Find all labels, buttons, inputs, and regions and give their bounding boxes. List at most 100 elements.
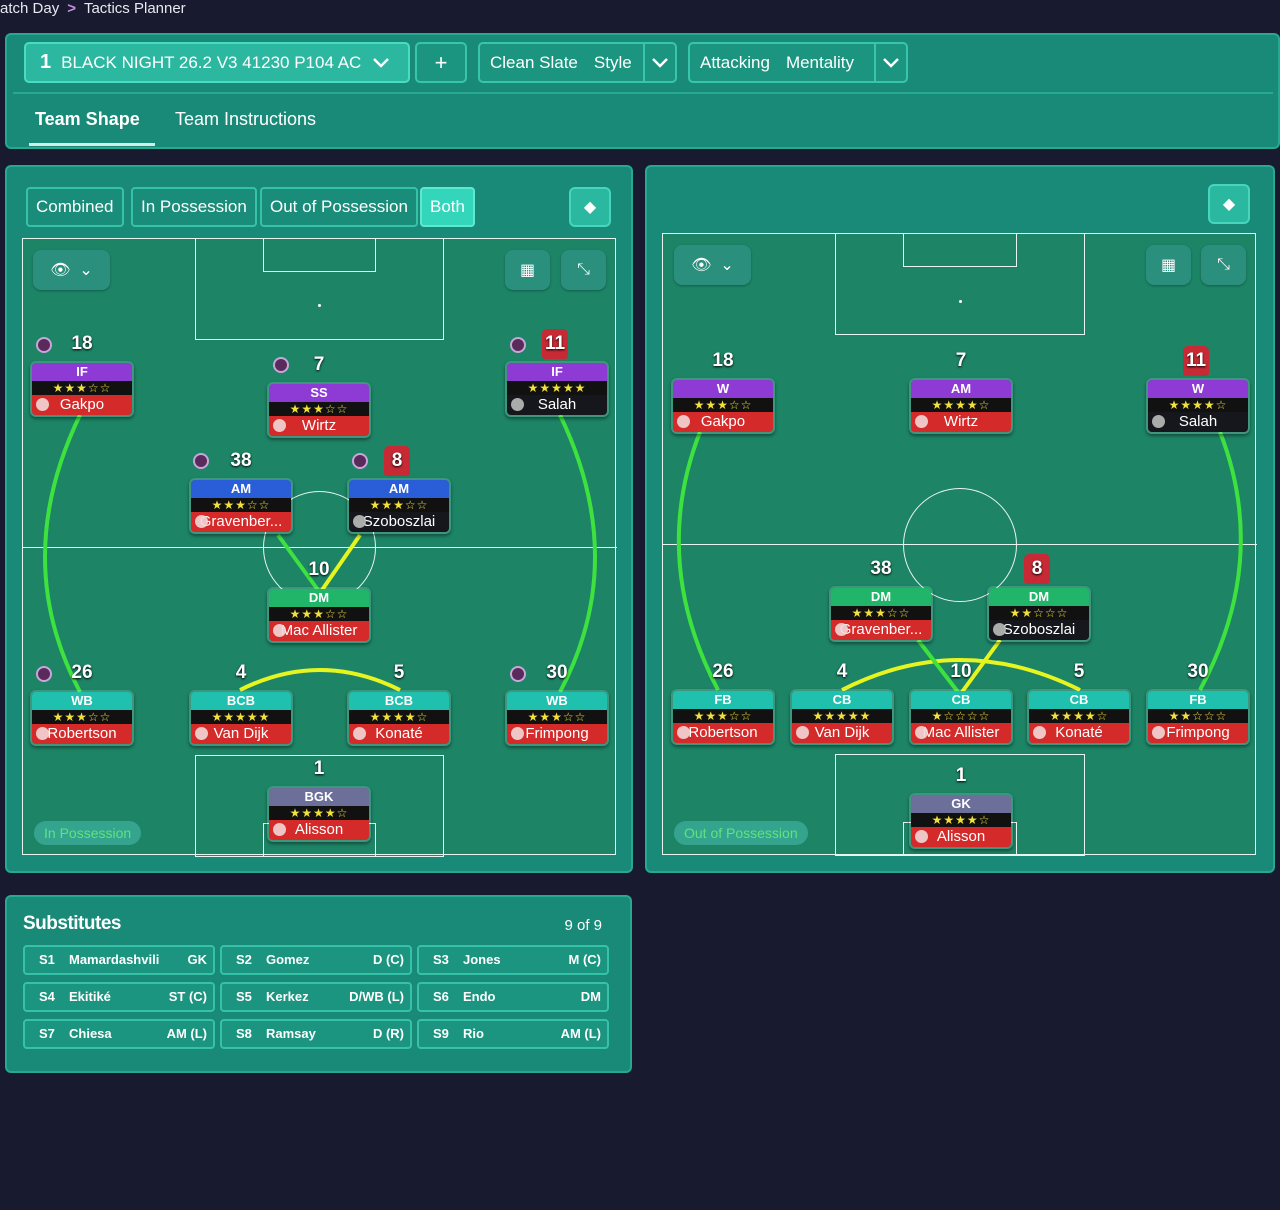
player-card-left-robertson[interactable]: WB ★★★☆☆ Robertson	[30, 690, 134, 746]
player-role: CB	[792, 691, 892, 709]
player-role: FB	[1148, 691, 1248, 709]
sub-position: AM (L)	[560, 1026, 601, 1041]
player-role: AM	[191, 480, 291, 498]
status-badge-icon	[36, 666, 52, 682]
player-card-right-mac-allister[interactable]: CB ★☆☆☆☆ Mac Allister	[909, 689, 1013, 745]
shirt-number: 38	[230, 450, 252, 471]
player-card-right-alisson[interactable]: GK ★★★★☆ Alisson	[909, 793, 1013, 849]
shirt-number: 7	[313, 354, 325, 375]
player-card-right-robertson[interactable]: FB ★★★☆☆ Robertson	[671, 689, 775, 745]
sub-id: S6	[433, 989, 449, 1004]
player-card-left-alisson[interactable]: BGK ★★★★☆ Alisson	[267, 786, 371, 842]
substitutes-count: 9 of 9	[564, 917, 602, 934]
player-card-right-konat[interactable]: CB ★★★★☆ Konaté	[1027, 689, 1131, 745]
player-card-left-salah[interactable]: IF ★★★★★ Salah	[505, 361, 609, 417]
person-icon	[353, 727, 366, 740]
player-rating-stars: ★★★★☆	[349, 710, 449, 724]
sub-position: DM	[580, 989, 601, 1004]
player-name: Robertson	[688, 724, 758, 741]
player-name-row: Robertson	[32, 724, 132, 744]
player-name: Mac Allister	[280, 622, 358, 639]
player-card-right-wirtz[interactable]: AM ★★★★☆ Wirtz	[909, 378, 1013, 434]
player-name-row: Gravenber...	[191, 512, 291, 532]
player-name-row: Szoboszlai	[349, 512, 449, 532]
person-icon	[195, 515, 208, 528]
player-name: Konaté	[1055, 724, 1103, 741]
player-name: Wirtz	[301, 417, 337, 434]
player-name: Szoboszlai	[362, 513, 436, 530]
player-rating-stars: ★★★★☆	[911, 813, 1011, 827]
player-rating-stars: ★★★☆☆	[507, 710, 607, 724]
player-role: IF	[507, 363, 607, 381]
player-role: FB	[673, 691, 773, 709]
substitute-item[interactable]: S9 Rio AM (L)	[417, 1019, 609, 1049]
player-card-left-van-dijk[interactable]: BCB ★★★★★ Van Dijk	[189, 690, 293, 746]
player-card-right-szoboszlai[interactable]: DM ★★☆☆☆ Szoboszlai	[987, 586, 1091, 642]
sub-id: S9	[433, 1026, 449, 1041]
player-role: WB	[507, 692, 607, 710]
substitute-item[interactable]: S6 Endo DM	[417, 982, 609, 1012]
substitute-item[interactable]: S5 Kerkez D/WB (L)	[220, 982, 412, 1012]
player-name: Konaté	[375, 725, 423, 742]
person-icon	[353, 515, 366, 528]
player-role: AM	[349, 480, 449, 498]
sub-position: M (C)	[568, 952, 602, 967]
player-card-right-gravenber[interactable]: DM ★★★☆☆ Gravenber...	[829, 586, 933, 642]
player-name-row: Van Dijk	[792, 723, 892, 743]
player-name: Mac Allister	[922, 724, 1000, 741]
player-card-left-frimpong[interactable]: WB ★★★☆☆ Frimpong	[505, 690, 609, 746]
player-name: Van Dijk	[213, 725, 269, 742]
shirt-number: 8	[1024, 554, 1050, 584]
player-card-left-gravenber[interactable]: AM ★★★☆☆ Gravenber...	[189, 478, 293, 534]
player-card-right-frimpong[interactable]: FB ★★☆☆☆ Frimpong	[1146, 689, 1250, 745]
player-name: Alisson	[294, 821, 344, 838]
substitute-item[interactable]: S1 Mamardashvili GK	[23, 945, 215, 975]
player-card-left-mac-allister[interactable]: DM ★★★☆☆ Mac Allister	[267, 587, 371, 643]
status-badge-icon	[36, 337, 52, 353]
sub-position: GK	[187, 952, 208, 967]
shirt-number: 30	[1187, 661, 1209, 682]
person-icon	[796, 726, 809, 739]
sub-position: D/WB (L)	[349, 989, 404, 1004]
substitute-item[interactable]: S3 Jones M (C)	[417, 945, 609, 975]
substitute-item[interactable]: S8 Ramsay D (R)	[220, 1019, 412, 1049]
player-card-left-wirtz[interactable]: SS ★★★☆☆ Wirtz	[267, 382, 371, 438]
player-card-left-szoboszlai[interactable]: AM ★★★☆☆ Szoboszlai	[347, 478, 451, 534]
player-rating-stars: ★★★☆☆	[269, 607, 369, 621]
substitute-item[interactable]: S2 Gomez D (C)	[220, 945, 412, 975]
player-card-left-gakpo[interactable]: IF ★★★☆☆ Gakpo	[30, 361, 134, 417]
arc-left-flank-oop	[676, 431, 720, 691]
player-name-row: Salah	[1148, 412, 1248, 432]
player-rating-stars: ★★☆☆☆	[1148, 709, 1248, 723]
player-card-left-konat[interactable]: BCB ★★★★☆ Konaté	[347, 690, 451, 746]
shirt-number: 8	[384, 446, 410, 476]
player-role: GK	[911, 795, 1011, 813]
substitute-item[interactable]: S4 Ekitiké ST (C)	[23, 982, 215, 1012]
person-icon	[273, 624, 286, 637]
player-card-right-gakpo[interactable]: W ★★★☆☆ Gakpo	[671, 378, 775, 434]
sub-name: Gomez	[266, 952, 310, 967]
status-badge-icon	[273, 357, 289, 373]
player-card-right-van-dijk[interactable]: CB ★★★★★ Van Dijk	[790, 689, 894, 745]
player-rating-stars: ★★★★★	[507, 381, 607, 395]
player-role: W	[1148, 380, 1248, 398]
person-icon	[677, 726, 690, 739]
player-role: AM	[911, 380, 1011, 398]
player-name-row: Wirtz	[269, 416, 369, 436]
substitute-item[interactable]: S7 Chiesa AM (L)	[23, 1019, 215, 1049]
player-role: BCB	[349, 692, 449, 710]
sub-name: Ekitiké	[69, 989, 111, 1004]
status-badge-icon	[193, 453, 209, 469]
player-rating-stars: ★★★☆☆	[349, 498, 449, 512]
arc-right-flank	[558, 414, 597, 693]
shirt-number: 18	[71, 333, 93, 354]
shirt-number: 26	[712, 661, 734, 682]
player-role: DM	[989, 588, 1089, 606]
player-name: Robertson	[47, 725, 117, 742]
sub-id: S2	[236, 952, 252, 967]
person-icon	[511, 398, 524, 411]
player-role: IF	[32, 363, 132, 381]
player-card-right-salah[interactable]: W ★★★★☆ Salah	[1146, 378, 1250, 434]
player-name-row: Szoboszlai	[989, 620, 1089, 640]
person-icon	[993, 623, 1006, 636]
